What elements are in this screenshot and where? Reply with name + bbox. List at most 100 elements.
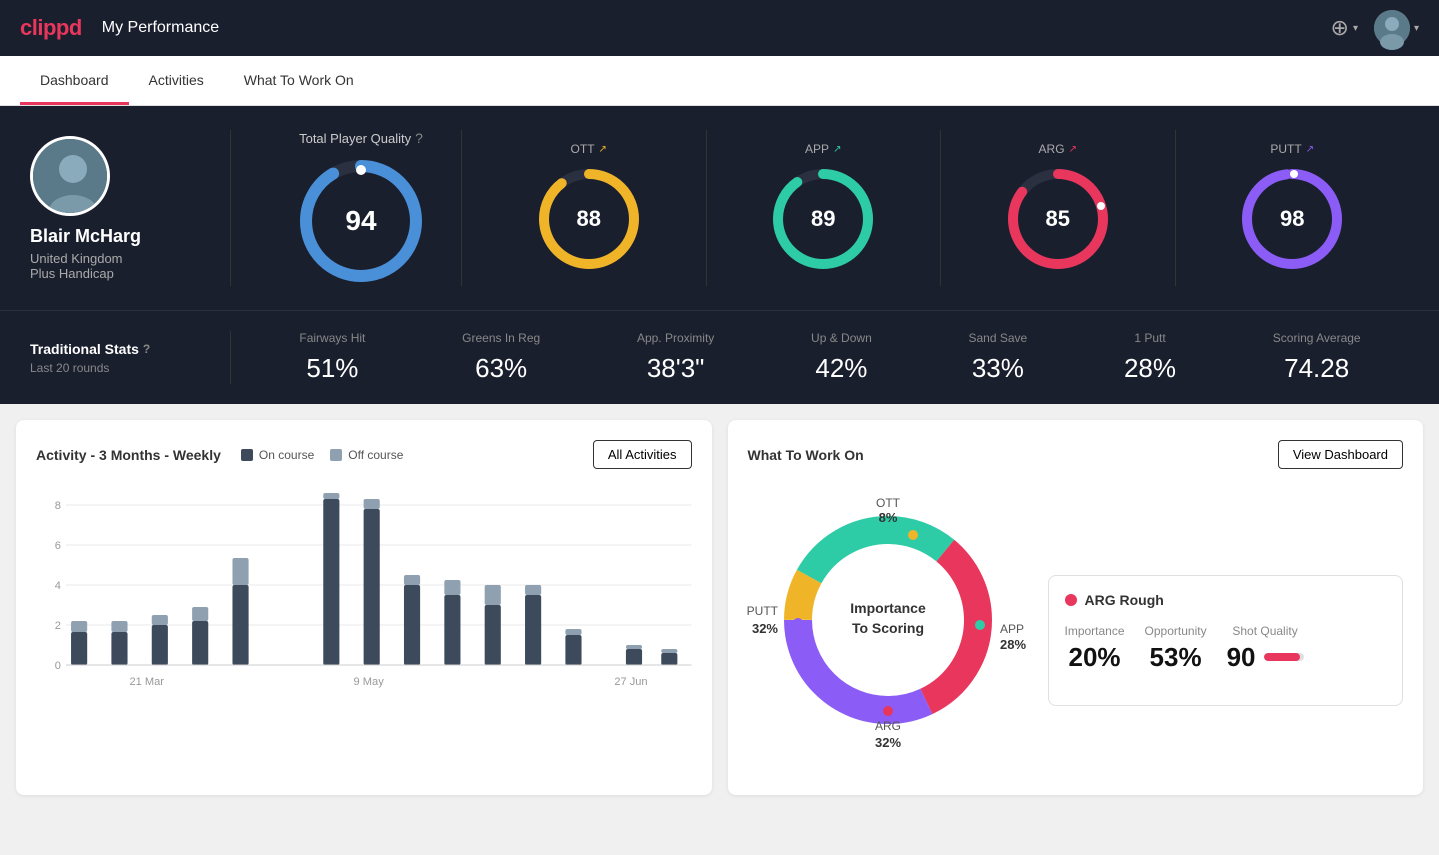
chevron-down-icon: ▾ bbox=[1353, 23, 1358, 34]
info-dot bbox=[1065, 594, 1077, 606]
cat-stat-putt: PUTT↗ 98 bbox=[1176, 130, 1410, 286]
putt-label: PUTT↗ bbox=[1270, 142, 1314, 156]
nav-tabs: Dashboard Activities What To Work On bbox=[0, 56, 1439, 106]
traditional-stats: Traditional Stats ? Last 20 rounds Fairw… bbox=[0, 310, 1439, 404]
ott-ring: 88 bbox=[534, 164, 644, 274]
info-metric-opportunity: Opportunity 53% bbox=[1145, 624, 1207, 673]
chevron-down-icon-user: ▾ bbox=[1414, 23, 1419, 34]
trad-stat-updown: Up & Down 42% bbox=[811, 331, 872, 384]
work-on-card: What To Work On View Dashboard bbox=[728, 420, 1424, 795]
work-card-title: What To Work On bbox=[748, 447, 864, 463]
trad-stat-1putt: 1 Putt 28% bbox=[1124, 331, 1176, 384]
svg-text:28%: 28% bbox=[1000, 637, 1026, 652]
svg-text:32%: 32% bbox=[874, 735, 900, 750]
trad-stat-fairways: Fairways Hit 51% bbox=[299, 331, 365, 384]
info-panel: ARG Rough Importance 20% Opportunity 53%… bbox=[1048, 575, 1404, 706]
cat-stat-ott: OTT↗ 88 bbox=[472, 130, 707, 286]
avatar bbox=[1374, 10, 1410, 46]
player-avatar bbox=[30, 136, 110, 216]
tab-activities[interactable]: Activities bbox=[129, 56, 224, 105]
activity-chart-card: Activity - 3 Months - Weekly On course O… bbox=[16, 420, 712, 795]
arg-label: ARG↗ bbox=[1039, 142, 1077, 156]
donut-chart-svg: Importance To Scoring OTT 8% APP 28% ARG bbox=[748, 485, 1028, 755]
trad-stat-sandsave: Sand Save 33% bbox=[969, 331, 1028, 384]
cat-stat-app: APP↗ 89 bbox=[707, 130, 942, 286]
svg-text:ARG: ARG bbox=[874, 719, 900, 733]
arg-ring: 85 bbox=[1003, 164, 1113, 274]
info-metric-shotquality: Shot Quality 90 bbox=[1227, 624, 1304, 673]
header-left: clippd My Performance bbox=[20, 15, 219, 41]
trad-stat-proximity: App. Proximity 38'3" bbox=[637, 331, 714, 384]
player-country: United Kingdom bbox=[30, 251, 123, 266]
plus-icon: ⊕ bbox=[1331, 15, 1349, 41]
svg-text:APP: APP bbox=[1000, 622, 1024, 636]
info-panel-title: ARG Rough bbox=[1065, 592, 1387, 608]
svg-text:21 Mar: 21 Mar bbox=[129, 676, 164, 688]
legend-on-course-dot bbox=[241, 449, 253, 461]
svg-text:32%: 32% bbox=[751, 621, 777, 636]
legend-off-course-dot bbox=[330, 449, 342, 461]
info-metric-importance: Importance 20% bbox=[1065, 624, 1125, 673]
work-content: Importance To Scoring OTT 8% APP 28% ARG bbox=[748, 485, 1404, 775]
svg-text:0: 0 bbox=[55, 660, 61, 672]
putt-ring: 98 bbox=[1237, 164, 1347, 274]
total-quality-label: Total Player Quality ? bbox=[299, 130, 423, 146]
header: clippd My Performance ⊕ ▾ ▾ bbox=[0, 0, 1439, 56]
header-right: ⊕ ▾ ▾ bbox=[1331, 10, 1420, 46]
svg-text:8%: 8% bbox=[878, 510, 897, 525]
total-quality: Total Player Quality ? 94 bbox=[261, 130, 461, 286]
view-dashboard-button[interactable]: View Dashboard bbox=[1278, 440, 1403, 469]
trad-stat-greens: Greens In Reg 63% bbox=[462, 331, 540, 384]
chart-legend: On course Off course bbox=[241, 448, 404, 462]
arg-value: 85 bbox=[1046, 206, 1070, 232]
tab-what-to-work-on[interactable]: What To Work On bbox=[224, 56, 374, 105]
svg-text:8: 8 bbox=[55, 500, 61, 512]
tab-dashboard[interactable]: Dashboard bbox=[20, 56, 129, 105]
chart-card-header: Activity - 3 Months - Weekly On course O… bbox=[36, 440, 692, 469]
player-banner: Blair McHarg United Kingdom Plus Handica… bbox=[0, 106, 1439, 310]
cat-stat-arg: ARG↗ 85 bbox=[941, 130, 1176, 286]
ott-label: OTT↗ bbox=[571, 142, 607, 156]
trad-stat-scoring: Scoring Average 74.28 bbox=[1273, 331, 1361, 384]
trad-values: Fairways Hit 51% Greens In Reg 63% App. … bbox=[230, 331, 1409, 384]
trad-stats-label: Traditional Stats ? Last 20 rounds bbox=[30, 341, 230, 375]
bar-chart-svg: 0 2 4 6 8 bbox=[66, 485, 692, 705]
total-quality-value: 94 bbox=[345, 205, 376, 237]
svg-text:27 Jun: 27 Jun bbox=[614, 676, 647, 688]
svg-text:2: 2 bbox=[55, 620, 61, 632]
svg-text:PUTT: PUTT bbox=[746, 604, 778, 618]
svg-text:4: 4 bbox=[55, 580, 61, 592]
user-menu[interactable]: ▾ bbox=[1374, 10, 1419, 46]
legend-off-course: Off course bbox=[330, 448, 403, 462]
app-label: APP↗ bbox=[805, 142, 841, 156]
shot-quality-bar bbox=[1264, 653, 1304, 661]
logo[interactable]: clippd bbox=[20, 15, 82, 41]
stats-section: Total Player Quality ? 94 OTT↗ bbox=[230, 130, 1409, 286]
add-button[interactable]: ⊕ ▾ bbox=[1331, 15, 1358, 41]
total-quality-ring: 94 bbox=[296, 156, 426, 286]
app-value: 89 bbox=[811, 206, 835, 232]
header-title: My Performance bbox=[102, 19, 219, 37]
category-stats: OTT↗ 88 APP↗ bbox=[461, 130, 1409, 286]
putt-value: 98 bbox=[1280, 206, 1304, 232]
bottom-section: Activity - 3 Months - Weekly On course O… bbox=[0, 404, 1439, 811]
player-handicap: Plus Handicap bbox=[30, 266, 114, 281]
player-name: Blair McHarg bbox=[30, 226, 141, 247]
trad-stats-sublabel: Last 20 rounds bbox=[30, 361, 230, 375]
chart-title: Activity - 3 Months - Weekly bbox=[36, 447, 221, 463]
all-activities-button[interactable]: All Activities bbox=[593, 440, 692, 469]
svg-text:9 May: 9 May bbox=[354, 676, 385, 688]
work-card-header: What To Work On View Dashboard bbox=[748, 440, 1404, 469]
app-ring: 89 bbox=[768, 164, 878, 274]
svg-text:OTT: OTT bbox=[876, 496, 901, 510]
player-info: Blair McHarg United Kingdom Plus Handica… bbox=[30, 136, 230, 281]
legend-on-course: On course bbox=[241, 448, 314, 462]
help-icon[interactable]: ? bbox=[415, 130, 423, 146]
svg-text:Importance: Importance bbox=[850, 600, 926, 616]
svg-text:6: 6 bbox=[55, 540, 61, 552]
trad-help-icon[interactable]: ? bbox=[143, 342, 150, 356]
info-metrics: Importance 20% Opportunity 53% Shot Qual… bbox=[1065, 624, 1387, 673]
ott-value: 88 bbox=[577, 206, 601, 232]
trad-stats-title: Traditional Stats ? bbox=[30, 341, 230, 357]
svg-text:To Scoring: To Scoring bbox=[851, 620, 923, 636]
